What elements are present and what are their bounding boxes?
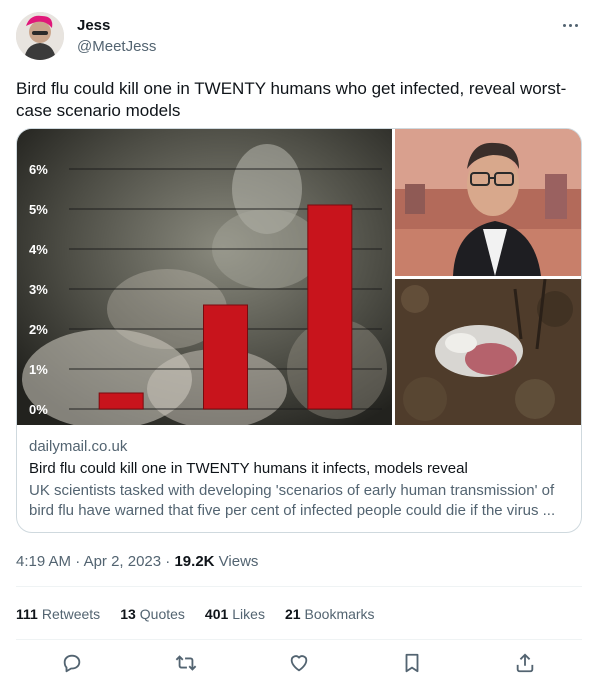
like-icon <box>290 655 308 672</box>
bar <box>203 304 248 410</box>
card-media[interactable]: 0% 1% 2% 3% 4% 5% 6% <box>17 129 581 425</box>
reply-button[interactable] <box>57 648 87 678</box>
stat-quotes[interactable]: 13 Quotes <box>120 604 185 624</box>
link-card[interactable]: 0% 1% 2% 3% 4% 5% 6% dailymail.co.uk Bir… <box>16 128 582 533</box>
card-text[interactable]: dailymail.co.uk Bird flu could kill one … <box>17 425 581 532</box>
bar <box>307 204 353 410</box>
stat-bookmarks[interactable]: 21 Bookmarks <box>285 604 375 624</box>
stat-count: 13 <box>120 606 136 622</box>
views-count: 19.2K <box>174 553 215 570</box>
y-tick-label: 2% <box>29 322 48 337</box>
stat-count: 111 <box>16 606 38 622</box>
meta-separator: · <box>71 553 84 570</box>
y-tick-label: 5% <box>29 202 48 217</box>
bookmark-icon <box>405 653 419 673</box>
card-domain[interactable]: dailymail.co.uk <box>29 437 571 457</box>
tweet-header: Jess @MeetJess <box>16 12 582 62</box>
y-tick-label: 4% <box>29 242 48 257</box>
tweet-time[interactable]: 4:19 AM <box>16 553 71 570</box>
retweet-button[interactable] <box>171 648 201 678</box>
stat-label: Retweets <box>41 606 101 622</box>
reporter-photo <box>395 129 581 276</box>
retweet-icon <box>175 655 197 671</box>
card-description: UK scientists tasked with developing 'sc… <box>29 482 556 519</box>
y-tick-label: 6% <box>29 162 48 177</box>
bar <box>98 392 144 410</box>
tweet-date[interactable]: Apr 2, 2023 <box>84 553 162 570</box>
stat-label: Quotes <box>139 606 185 622</box>
avatar[interactable] <box>16 12 64 60</box>
avatar-image <box>16 12 64 60</box>
dead-bird-photo <box>395 279 581 425</box>
more-options-icon[interactable] <box>558 16 582 34</box>
stat-retweets[interactable]: 111 Retweets <box>16 604 100 624</box>
y-tick-label: 0% <box>29 402 48 417</box>
like-button[interactable] <box>284 648 314 678</box>
stat-label: Likes <box>232 606 265 622</box>
views-label: Views <box>218 553 259 570</box>
reply-icon <box>63 654 81 673</box>
stat-count: 401 <box>204 606 229 622</box>
tweet-text: Bird flu could kill one in TWENTY humans… <box>16 79 567 120</box>
divider <box>16 586 582 587</box>
divider <box>16 639 582 640</box>
engagement-stats: 111 Retweets 13 Quotes 401 Likes 21 Bookmark… <box>16 604 395 624</box>
stat-label: Bookmarks <box>304 606 375 622</box>
share-button[interactable] <box>510 648 540 678</box>
card-title[interactable]: Bird flu could kill one in TWENTY humans… <box>29 459 571 479</box>
bar-chart: 0% 1% 2% 3% 4% 5% 6% <box>17 129 392 425</box>
stat-count: 21 <box>284 606 301 622</box>
action-bar <box>16 648 582 678</box>
bookmark-button[interactable] <box>397 648 427 678</box>
share-icon <box>516 653 534 673</box>
y-tick-label: 3% <box>29 282 48 297</box>
meta-separator: · <box>161 553 175 570</box>
tweet-meta: 4:19 AM · Apr 2, 2023 · 19.2K Views <box>16 552 258 572</box>
y-tick-label: 1% <box>29 362 48 377</box>
author-name[interactable]: Jess <box>77 17 110 35</box>
author-handle[interactable]: @MeetJess <box>77 38 156 56</box>
chart-image: 0% 1% 2% 3% 4% 5% 6% <box>17 129 392 425</box>
stat-likes[interactable]: 401 Likes <box>205 604 265 624</box>
